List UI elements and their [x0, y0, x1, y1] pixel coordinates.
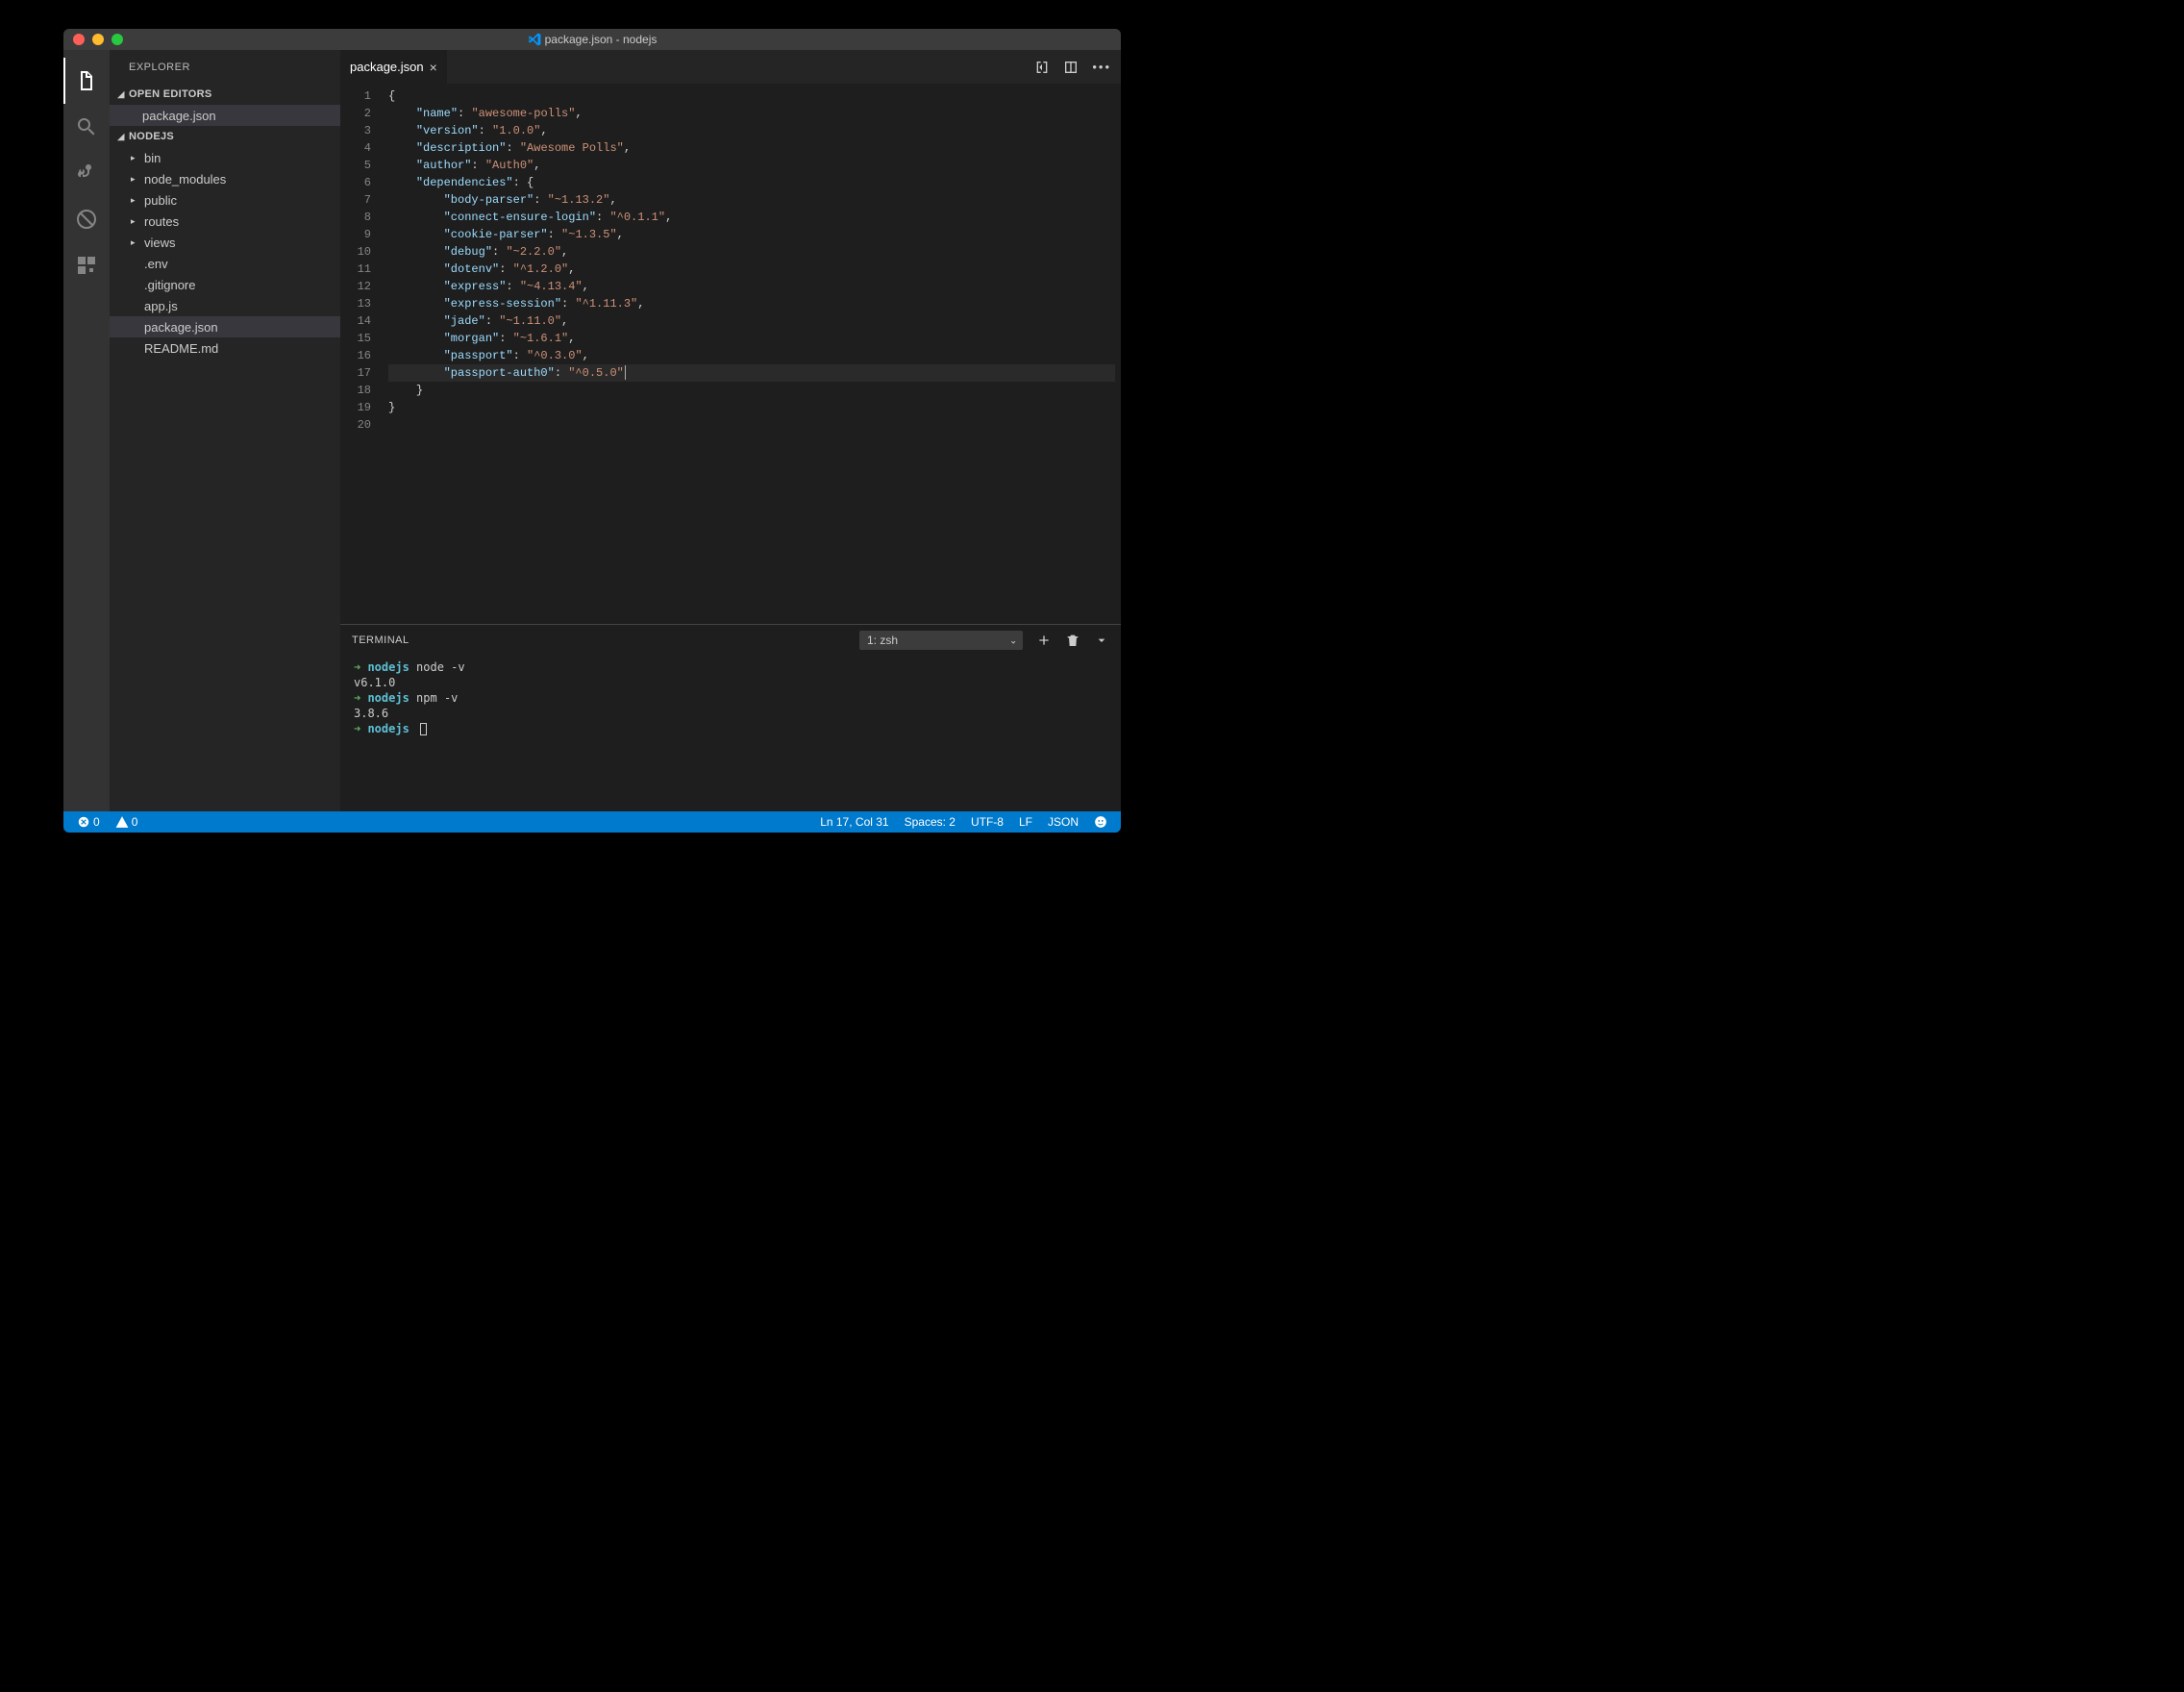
- chevron-down-icon[interactable]: [1094, 633, 1109, 648]
- vscode-icon: [528, 33, 541, 46]
- main-area: EXPLORER ◢ OPEN EDITORS package.json ◢ N…: [63, 50, 1121, 811]
- minimize-window-button[interactable]: [92, 34, 104, 45]
- chevron-down-icon: ◢: [113, 89, 129, 100]
- smiley-icon: [1094, 815, 1107, 829]
- status-language[interactable]: JSON: [1044, 815, 1082, 829]
- minimap[interactable]: [1115, 84, 1121, 624]
- titlebar: package.json - nodejs: [63, 29, 1121, 50]
- close-window-button[interactable]: [73, 34, 85, 45]
- extensions-activity[interactable]: [63, 242, 110, 288]
- open-editors-label: OPEN EDITORS: [129, 88, 212, 100]
- error-icon: [77, 815, 90, 829]
- scm-activity[interactable]: [63, 150, 110, 196]
- window-title: package.json - nodejs: [63, 33, 1121, 46]
- tree-item-label: public: [144, 193, 177, 208]
- tree-item-label: app.js: [144, 299, 178, 313]
- editor-actions: •••: [1034, 50, 1111, 84]
- activity-bar: [63, 50, 110, 811]
- status-feedback[interactable]: [1090, 815, 1111, 829]
- editor-body: 1234567891011121314151617181920 { "name"…: [340, 84, 1121, 624]
- chevron-right-icon: ▸: [131, 195, 144, 206]
- close-tab-icon[interactable]: ×: [430, 60, 437, 75]
- folder-item[interactable]: ▸routes: [110, 211, 340, 232]
- tree-item-label: .env: [144, 257, 168, 271]
- terminal-select[interactable]: 1: zsh: [859, 631, 1023, 650]
- debug-activity[interactable]: [63, 196, 110, 242]
- open-editor-item[interactable]: package.json: [110, 105, 340, 126]
- status-bar: 0 0 Ln 17, Col 31 Spaces: 2 UTF-8 LF JSO…: [63, 811, 1121, 833]
- chevron-down-icon: ◢: [113, 132, 129, 142]
- maximize-window-button[interactable]: [112, 34, 123, 45]
- status-eol[interactable]: LF: [1015, 815, 1036, 829]
- source-control-icon: [75, 162, 98, 185]
- plus-icon[interactable]: [1036, 633, 1052, 648]
- tab-label: package.json: [350, 60, 424, 74]
- trash-icon[interactable]: [1065, 633, 1080, 648]
- file-item[interactable]: .env: [110, 253, 340, 274]
- status-encoding[interactable]: UTF-8: [967, 815, 1007, 829]
- open-editors-section[interactable]: ◢ OPEN EDITORS: [110, 84, 340, 105]
- status-errors[interactable]: 0: [73, 815, 104, 829]
- file-item[interactable]: package.json: [110, 316, 340, 337]
- tab-bar: package.json × •••: [340, 50, 1121, 84]
- tree-item-label: README.md: [144, 341, 218, 356]
- project-label: NODEJS: [129, 131, 174, 142]
- chevron-right-icon: ▸: [131, 174, 144, 185]
- extensions-icon: [75, 254, 98, 277]
- file-item[interactable]: app.js: [110, 295, 340, 316]
- folder-item[interactable]: ▸views: [110, 232, 340, 253]
- chevron-right-icon: ▸: [131, 237, 144, 248]
- tree-item-label: .gitignore: [144, 278, 195, 292]
- folder-item[interactable]: ▸public: [110, 189, 340, 211]
- files-icon: [75, 69, 98, 92]
- status-spaces[interactable]: Spaces: 2: [901, 815, 959, 829]
- terminal-selector[interactable]: 1: zsh: [859, 631, 1023, 650]
- editor-pane[interactable]: 1234567891011121314151617181920 { "name"…: [340, 84, 1121, 624]
- bug-icon: [75, 208, 98, 231]
- search-activity[interactable]: [63, 104, 110, 150]
- tab-package-json[interactable]: package.json ×: [340, 50, 448, 84]
- editor-group: package.json × ••• 123456789101112131415…: [340, 50, 1121, 811]
- traffic-lights: [63, 34, 123, 45]
- terminal-title: TERMINAL: [352, 634, 410, 646]
- terminal-body[interactable]: ➜ nodejs node -vv6.1.0➜ nodejs npm -v3.8…: [340, 656, 1121, 811]
- tree-item-label: bin: [144, 151, 161, 165]
- project-section[interactable]: ◢ NODEJS: [110, 126, 340, 147]
- tree-item-label: package.json: [144, 320, 218, 335]
- compare-icon[interactable]: [1034, 60, 1050, 75]
- tree-item-label: views: [144, 236, 176, 250]
- split-editor-icon[interactable]: [1063, 60, 1079, 75]
- more-actions-icon[interactable]: •••: [1092, 60, 1111, 74]
- explorer-activity[interactable]: [63, 58, 110, 104]
- terminal-header: TERMINAL 1: zsh: [340, 625, 1121, 656]
- code-content[interactable]: { "name": "awesome-polls", "version": "1…: [388, 84, 1121, 624]
- status-warnings[interactable]: 0: [112, 815, 142, 829]
- folder-item[interactable]: ▸node_modules: [110, 168, 340, 189]
- chevron-right-icon: ▸: [131, 153, 144, 163]
- status-cursor[interactable]: Ln 17, Col 31: [816, 815, 892, 829]
- explorer-sidebar: EXPLORER ◢ OPEN EDITORS package.json ◢ N…: [110, 50, 340, 811]
- vscode-window: package.json - nodejs EXPLORER: [63, 29, 1121, 833]
- warning-icon: [115, 815, 129, 829]
- terminal-panel: TERMINAL 1: zsh ➜ nodejs node -vv6.1.0➜ …: [340, 624, 1121, 811]
- tree-item-label: routes: [144, 214, 179, 229]
- file-item[interactable]: README.md: [110, 337, 340, 359]
- folder-item[interactable]: ▸bin: [110, 147, 340, 168]
- tree-item-label: node_modules: [144, 172, 226, 187]
- search-icon: [75, 115, 98, 138]
- line-number-gutter: 1234567891011121314151617181920: [340, 84, 388, 624]
- file-item[interactable]: .gitignore: [110, 274, 340, 295]
- explorer-title: EXPLORER: [110, 50, 340, 84]
- chevron-right-icon: ▸: [131, 216, 144, 227]
